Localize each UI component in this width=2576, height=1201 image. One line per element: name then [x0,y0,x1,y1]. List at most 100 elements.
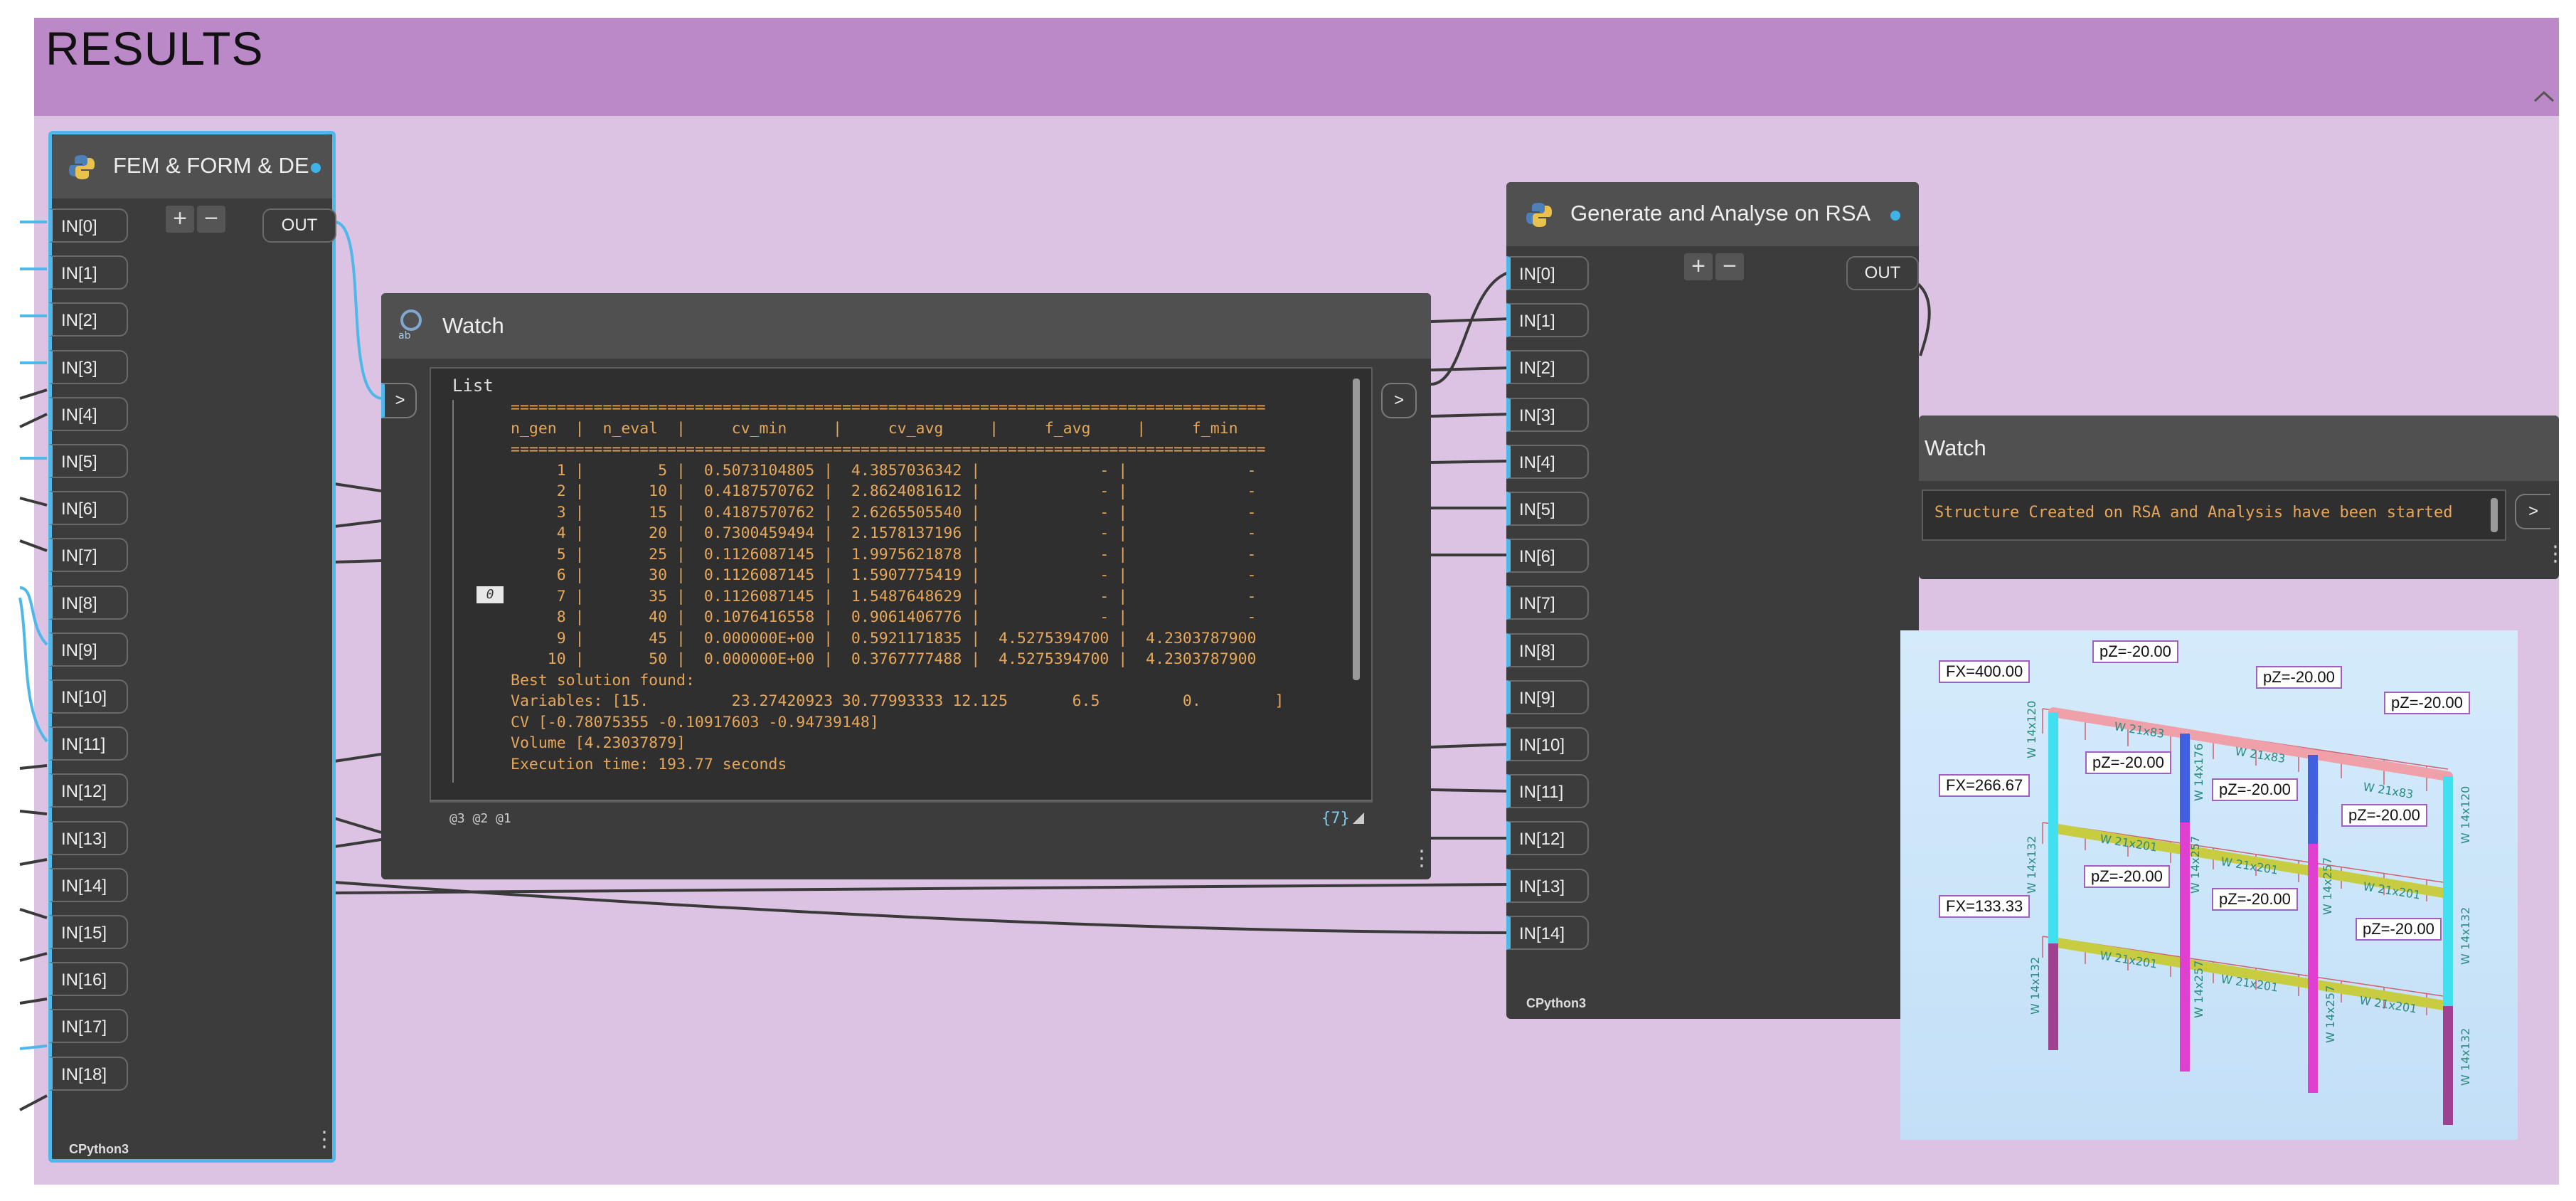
resize-grip-icon[interactable] [1353,813,1364,824]
input-port-1[interactable]: IN[1] [48,255,128,290]
node-menu-icon[interactable]: ⋮ [314,1129,335,1150]
input-port-10[interactable]: IN[10] [48,679,128,714]
rsa-structure-view: W 14x120 W 21x83 W 14x176 W 21x83 W 14x1… [1900,630,2518,1140]
load-label-pz: pZ=-20.00 [2356,918,2442,941]
watch-node-status[interactable]: Watch Structure Created on RSA and Analy… [1919,416,2566,579]
input-port-10[interactable]: IN[10] [1506,727,1589,761]
watch2-menu-icon[interactable]: ⋮ [2545,544,2566,565]
watch-line: ========================================… [511,440,1266,458]
watch-line: Best solution found: [511,671,695,689]
watch-list-panel[interactable]: List 0 =================================… [430,367,1373,803]
load-label-fx: FX=400.00 [1939,660,2031,683]
input-port-14[interactable]: IN[14] [48,867,128,902]
input-port-3[interactable]: IN[3] [48,349,128,384]
fem-node-title: FEM & FORM & DE [113,153,309,178]
load-label-pz: pZ=-20.00 [2341,804,2427,827]
svg-text:W 14x132: W 14x132 [2025,836,2038,894]
fem-node-header[interactable]: FEM & FORM & DE [52,134,332,199]
watch-scrollbar[interactable] [1353,379,1360,680]
watch-line: 4 | 20 | 0.7300459494 | 2.1578137196 | -… [511,524,1257,542]
svg-text:W 14x132: W 14x132 [2028,957,2042,1015]
svg-text:ab: ab [398,330,411,340]
list-index-badge: 0 [477,586,504,603]
python-icon [1526,203,1552,227]
input-port-14[interactable]: IN[14] [1506,915,1589,950]
watch2-header[interactable]: Watch [1919,416,2559,481]
watch-line: Volume [4.23037879] [511,734,686,752]
load-label-pz: pZ=-20.00 [2256,666,2342,689]
rsa-node-header[interactable]: Generate and Analyse on RSA [1506,182,1919,246]
input-port-0[interactable]: IN[0] [48,208,128,243]
watch2-message: Structure Created on RSA and Analysis ha… [1934,504,2453,522]
status-dot-icon [311,163,321,173]
input-port-6[interactable]: IN[6] [1506,539,1589,573]
input-port-9[interactable]: IN[9] [1506,679,1589,714]
watch-line: 6 | 30 | 0.1126087145 | 1.5907775419 | -… [511,566,1257,584]
watch-node-results[interactable]: ab Watch > > List 0 ====================… [381,293,1432,879]
add-input-button[interactable]: + [1684,253,1713,280]
input-port-0[interactable]: IN[0] [1506,256,1589,290]
input-port-4[interactable]: IN[4] [48,396,128,431]
output-port-out[interactable]: OUT [1846,256,1919,290]
input-port-13[interactable]: IN[13] [1506,868,1589,903]
watch2-title: Watch [1925,435,1986,460]
input-port-12[interactable]: IN[12] [1506,821,1589,856]
load-label-pz: pZ=-20.00 [2384,692,2470,714]
input-port-11[interactable]: IN[11] [1506,774,1589,809]
watch-line: 8 | 40 | 0.1076416558 | 0.9061406776 | -… [511,608,1257,626]
watch2-message-panel[interactable]: Structure Created on RSA and Analysis ha… [1922,490,2506,541]
input-port-5[interactable]: IN[5] [1506,492,1589,526]
svg-text:W 14x120: W 14x120 [2459,786,2472,844]
watch2-output-arrow[interactable]: > [2515,494,2550,529]
watch-line: n_gen | n_eval | cv_min | cv_avg | f_avg… [511,419,1238,438]
input-port-9[interactable]: IN[9] [48,632,128,667]
input-port-12[interactable]: IN[12] [48,773,128,808]
watch-line: 1 | 5 | 0.5073104805 | 4.3857036342 | - … [511,461,1257,480]
status-dot-icon [1890,211,1900,221]
output-port-out[interactable]: OUT [262,208,336,243]
generate-analyse-rsa-node[interactable]: Generate and Analyse on RSA + − OUT IN[0… [1506,182,1919,1019]
fem-form-de-node[interactable]: FEM & FORM & DE + − OUT IN[0] IN[1] IN[2] I… [48,131,336,1163]
input-port-8[interactable]: IN[8] [1506,633,1589,667]
load-label-pz: pZ=-20.00 [2084,865,2170,888]
input-port-11[interactable]: IN[11] [48,726,128,761]
input-port-16[interactable]: IN[16] [48,962,128,997]
input-port-2[interactable]: IN[2] [1506,350,1589,385]
watch2-scrollbar[interactable] [2491,498,2498,532]
input-port-18[interactable]: IN[18] [48,1056,128,1091]
input-port-5[interactable]: IN[5] [48,444,128,478]
watch-line: 10 | 50 | 0.000000E+00 | 0.3767777488 | … [511,650,1257,668]
watch-menu-icon[interactable]: ⋮ [1411,848,1432,869]
svg-text:W 14x132: W 14x132 [2459,1028,2472,1086]
input-port-15[interactable]: IN[15] [48,915,128,949]
watch-output-arrow[interactable]: > [1381,383,1417,418]
watch-line: Variables: [15. 23.27420923 30.77993333 … [511,692,1284,710]
watch-output-text: ========================================… [511,397,1284,775]
input-port-1[interactable]: IN[1] [1506,303,1589,338]
engine-label: CPython3 [1526,996,1587,1010]
input-port-3[interactable]: IN[3] [1506,397,1589,432]
watch-line: 9 | 45 | 0.000000E+00 | 0.5921171835 | 4… [511,629,1257,647]
input-port-2[interactable]: IN[2] [48,302,128,337]
engine-label: CPython3 [69,1142,129,1156]
add-input-button[interactable]: + [166,206,194,233]
svg-text:W 14x257: W 14x257 [2321,857,2334,915]
load-label-pz: pZ=-20.00 [2092,640,2178,663]
input-port-4[interactable]: IN[4] [1506,444,1589,479]
remove-input-button[interactable]: − [197,206,225,233]
watch-input-arrow[interactable]: > [381,383,417,418]
input-port-7[interactable]: IN[7] [48,538,128,573]
remove-input-button[interactable]: − [1715,253,1744,280]
input-port-8[interactable]: IN[8] [48,585,128,620]
input-port-6[interactable]: IN[6] [48,491,128,526]
svg-text:W 14x176: W 14x176 [2192,744,2205,801]
input-port-17[interactable]: IN[17] [48,1009,128,1044]
python-icon [69,155,95,179]
input-port-13[interactable]: IN[13] [48,820,128,855]
watch-line: ========================================… [511,398,1266,416]
watch-node-header[interactable]: ab Watch [381,293,1431,359]
watch-line: 2 | 10 | 0.4187570762 | 2.8624081612 | -… [511,482,1257,500]
svg-text:W 14x132: W 14x132 [2459,907,2472,965]
input-port-7[interactable]: IN[7] [1506,586,1589,620]
list-levels: @3 @2 @1 [449,811,511,826]
